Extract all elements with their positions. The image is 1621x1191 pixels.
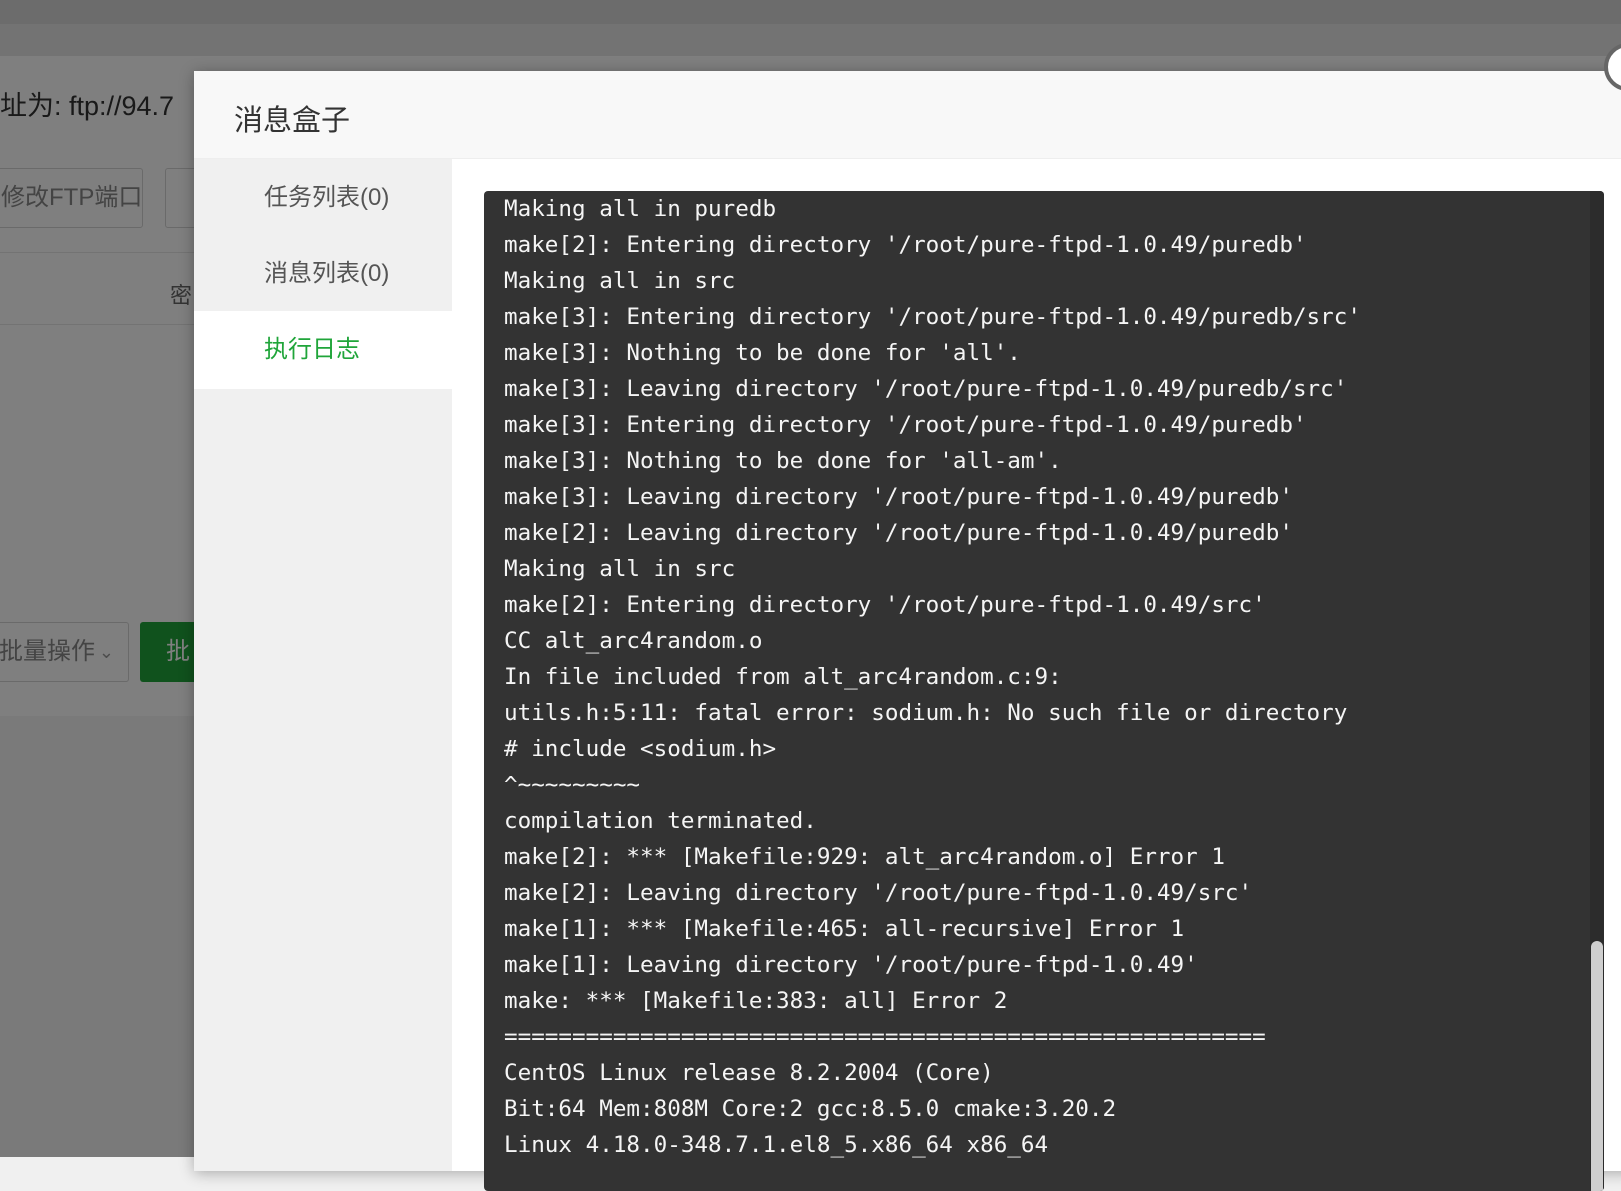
log-line: make[3]: Nothing to be done for 'all-am'… xyxy=(504,448,1062,474)
message-box-dialog: 消息盒子 任务列表(0) 消息列表(0) 执行日志 Making all in … xyxy=(194,71,1621,1191)
log-line: make[1]: Leaving directory '/root/pure-f… xyxy=(504,952,1198,978)
log-line: Making all in puredb xyxy=(504,196,777,222)
dialog-title: 消息盒子 xyxy=(234,105,351,137)
log-line: make[2]: Entering directory '/root/pure-… xyxy=(504,592,1266,618)
log-line: make[3]: Entering directory '/root/pure-… xyxy=(504,412,1307,438)
dialog-header: 消息盒子 xyxy=(194,71,1621,159)
log-line: make[3]: Leaving directory '/root/pure-f… xyxy=(504,376,1348,402)
sidebar-item-execution-log[interactable]: 执行日志 xyxy=(194,311,452,389)
log-line: make[1]: *** [Makefile:465: all-recursiv… xyxy=(504,916,1185,942)
log-line: ========================================… xyxy=(504,1024,1266,1050)
log-line: make[2]: Leaving directory '/root/pure-f… xyxy=(504,880,1253,906)
log-line: Linux 4.18.0-348.7.1.el8_5.x86_64 x86_64 xyxy=(504,1132,1049,1158)
sidebar-item-task-list[interactable]: 任务列表(0) xyxy=(194,159,452,237)
log-line: make[2]: *** [Makefile:929: alt_arc4rand… xyxy=(504,844,1225,870)
log-line: ^~~~~~~~~~ xyxy=(504,772,641,798)
log-line: make[3]: Nothing to be done for 'all'. xyxy=(504,340,1021,366)
log-line: utils.h:5:11: fatal error: sodium.h: No … xyxy=(504,700,1348,726)
execution-log-panel[interactable]: Making all in puredb make[2]: Entering di… xyxy=(484,191,1604,1191)
log-line: Bit:64 Mem:808M Core:2 gcc:8.5.0 cmake:3… xyxy=(504,1096,1117,1122)
dialog-sidebar: 任务列表(0) 消息列表(0) 执行日志 xyxy=(194,159,452,1171)
log-line: # include <sodium.h> xyxy=(504,736,777,762)
log-line: CentOS Linux release 8.2.2004 (Core) xyxy=(504,1060,994,1086)
log-lines: Making all in puredb make[2]: Entering di… xyxy=(504,191,1361,1163)
log-line: Making all in src xyxy=(504,268,736,294)
log-line: make[2]: Leaving directory '/root/pure-f… xyxy=(504,520,1293,546)
log-line: compilation terminated. xyxy=(504,808,817,834)
log-line: make: *** [Makefile:383: all] Error 2 xyxy=(504,988,1008,1014)
sidebar-item-message-list[interactable]: 消息列表(0) xyxy=(194,235,452,313)
log-scrollbar-thumb[interactable] xyxy=(1591,941,1603,1191)
log-line: make[3]: Leaving directory '/root/pure-f… xyxy=(504,484,1293,510)
log-line: In file included from alt_arc4random.c:9… xyxy=(504,664,1062,690)
log-line: make[3]: Entering directory '/root/pure-… xyxy=(504,304,1361,330)
log-line: Making all in src xyxy=(504,556,736,582)
log-line: CC alt_arc4random.o xyxy=(504,628,763,654)
log-scrollbar-track[interactable] xyxy=(1590,191,1604,1191)
log-line: make[2]: Entering directory '/root/pure-… xyxy=(504,232,1307,258)
